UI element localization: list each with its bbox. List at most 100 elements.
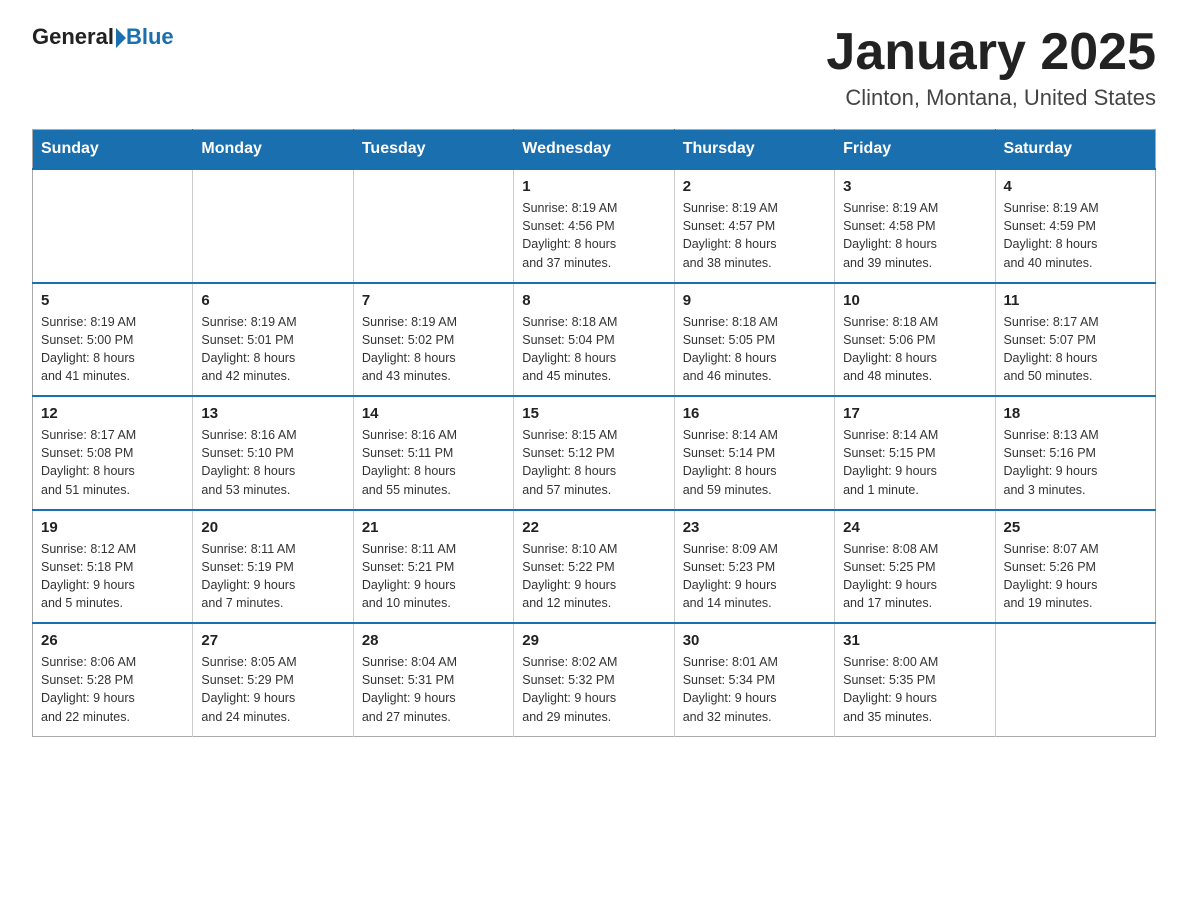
page-subtitle: Clinton, Montana, United States [826,85,1156,111]
day-info: Sunrise: 8:08 AM Sunset: 5:25 PM Dayligh… [843,540,986,613]
day-info: Sunrise: 8:12 AM Sunset: 5:18 PM Dayligh… [41,540,184,613]
calendar-cell: 25Sunrise: 8:07 AM Sunset: 5:26 PM Dayli… [995,510,1155,624]
weekday-header-monday: Monday [193,130,353,170]
weekday-header-tuesday: Tuesday [353,130,513,170]
calendar-cell: 1 Sunrise: 8:19 AM Sunset: 4:56 PM Daylig… [514,169,674,283]
calendar-cell: 24 Sunrise: 8:08 AM Sunset: 5:25 PM Dayli… [835,510,995,624]
day-info: Sunrise: 8:14 AM Sunset: 5:15 PM Dayligh… [843,426,986,499]
calendar-week-row: 12 Sunrise: 8:17 AM Sunset: 5:08 PM Dayli… [33,396,1156,510]
weekday-header-sunday: Sunday [33,130,193,170]
calendar-cell [193,169,353,283]
calendar-cell: 21Sunrise: 8:11 AM Sunset: 5:21 PM Dayli… [353,510,513,624]
calendar-cell: 8Sunrise: 8:18 AM Sunset: 5:04 PM Daylig… [514,283,674,397]
logo-arrow-icon [116,28,126,48]
calendar-cell: 29 Sunrise: 8:02 AM Sunset: 5:32 PM Dayli… [514,623,674,736]
calendar-cell: 6 Sunrise: 8:19 AM Sunset: 5:01 PM Daylig… [193,283,353,397]
calendar-cell [353,169,513,283]
calendar-cell: 22 Sunrise: 8:10 AM Sunset: 5:22 PM Dayli… [514,510,674,624]
day-number: 17 [843,405,986,422]
calendar-cell: 7 Sunrise: 8:19 AM Sunset: 5:02 PM Daylig… [353,283,513,397]
calendar-week-row: 5 Sunrise: 8:19 AM Sunset: 5:00 PM Daylig… [33,283,1156,397]
day-number: 10 [843,292,986,309]
calendar-cell: 9Sunrise: 8:18 AM Sunset: 5:05 PM Daylig… [674,283,834,397]
day-info: Sunrise: 8:00 AM Sunset: 5:35 PM Dayligh… [843,653,986,726]
page-title: January 2025 [826,24,1156,81]
calendar-cell: 19Sunrise: 8:12 AM Sunset: 5:18 PM Dayli… [33,510,193,624]
calendar-cell: 3 Sunrise: 8:19 AM Sunset: 4:58 PM Daylig… [835,169,995,283]
day-number: 7 [362,292,505,309]
day-number: 5 [41,292,184,309]
day-number: 20 [201,519,344,536]
day-info: Sunrise: 8:11 AM Sunset: 5:19 PM Dayligh… [201,540,344,613]
day-number: 3 [843,178,986,195]
calendar-week-row: 1 Sunrise: 8:19 AM Sunset: 4:56 PM Daylig… [33,169,1156,283]
day-info: Sunrise: 8:19 AM Sunset: 4:59 PM Dayligh… [1004,199,1147,272]
day-info: Sunrise: 8:17 AM Sunset: 5:07 PM Dayligh… [1004,313,1147,386]
day-info: Sunrise: 8:17 AM Sunset: 5:08 PM Dayligh… [41,426,184,499]
calendar-cell [995,623,1155,736]
day-number: 16 [683,405,826,422]
calendar-cell: 14 Sunrise: 8:16 AM Sunset: 5:11 PM Dayli… [353,396,513,510]
calendar-cell: 28 Sunrise: 8:04 AM Sunset: 5:31 PM Dayli… [353,623,513,736]
calendar-cell: 17 Sunrise: 8:14 AM Sunset: 5:15 PM Dayli… [835,396,995,510]
calendar-cell [33,169,193,283]
day-number: 14 [362,405,505,422]
weekday-header-saturday: Saturday [995,130,1155,170]
day-number: 23 [683,519,826,536]
day-info: Sunrise: 8:15 AM Sunset: 5:12 PM Dayligh… [522,426,665,499]
weekday-header-friday: Friday [835,130,995,170]
calendar-cell: 2 Sunrise: 8:19 AM Sunset: 4:57 PM Daylig… [674,169,834,283]
day-info: Sunrise: 8:18 AM Sunset: 5:06 PM Dayligh… [843,313,986,386]
day-number: 25 [1004,519,1147,536]
title-block: January 2025 Clinton, Montana, United St… [826,24,1156,111]
day-info: Sunrise: 8:02 AM Sunset: 5:32 PM Dayligh… [522,653,665,726]
calendar-cell: 18Sunrise: 8:13 AM Sunset: 5:16 PM Dayli… [995,396,1155,510]
day-info: Sunrise: 8:01 AM Sunset: 5:34 PM Dayligh… [683,653,826,726]
day-info: Sunrise: 8:10 AM Sunset: 5:22 PM Dayligh… [522,540,665,613]
day-number: 29 [522,632,665,649]
calendar-cell: 16 Sunrise: 8:14 AM Sunset: 5:14 PM Dayli… [674,396,834,510]
calendar-week-row: 26Sunrise: 8:06 AM Sunset: 5:28 PM Dayli… [33,623,1156,736]
day-info: Sunrise: 8:19 AM Sunset: 5:02 PM Dayligh… [362,313,505,386]
day-info: Sunrise: 8:19 AM Sunset: 4:58 PM Dayligh… [843,199,986,272]
day-info: Sunrise: 8:13 AM Sunset: 5:16 PM Dayligh… [1004,426,1147,499]
day-number: 2 [683,178,826,195]
day-info: Sunrise: 8:19 AM Sunset: 5:01 PM Dayligh… [201,313,344,386]
day-info: Sunrise: 8:04 AM Sunset: 5:31 PM Dayligh… [362,653,505,726]
day-info: Sunrise: 8:19 AM Sunset: 5:00 PM Dayligh… [41,313,184,386]
day-info: Sunrise: 8:05 AM Sunset: 5:29 PM Dayligh… [201,653,344,726]
calendar-cell: 5 Sunrise: 8:19 AM Sunset: 5:00 PM Daylig… [33,283,193,397]
calendar-week-row: 19Sunrise: 8:12 AM Sunset: 5:18 PM Dayli… [33,510,1156,624]
calendar-cell: 26Sunrise: 8:06 AM Sunset: 5:28 PM Dayli… [33,623,193,736]
calendar-cell: 31 Sunrise: 8:00 AM Sunset: 5:35 PM Dayli… [835,623,995,736]
day-info: Sunrise: 8:18 AM Sunset: 5:04 PM Dayligh… [522,313,665,386]
day-number: 15 [522,405,665,422]
day-number: 22 [522,519,665,536]
day-number: 13 [201,405,344,422]
day-number: 6 [201,292,344,309]
calendar-cell: 15 Sunrise: 8:15 AM Sunset: 5:12 PM Dayli… [514,396,674,510]
day-number: 24 [843,519,986,536]
day-number: 28 [362,632,505,649]
day-number: 1 [522,178,665,195]
calendar-cell: 13Sunrise: 8:16 AM Sunset: 5:10 PM Dayli… [193,396,353,510]
day-number: 11 [1004,292,1147,309]
calendar-cell: 27 Sunrise: 8:05 AM Sunset: 5:29 PM Dayli… [193,623,353,736]
header: General Blue January 2025 Clinton, Monta… [32,24,1156,111]
calendar: SundayMondayTuesdayWednesdayThursdayFrid… [32,129,1156,737]
day-number: 4 [1004,178,1147,195]
day-number: 31 [843,632,986,649]
day-info: Sunrise: 8:06 AM Sunset: 5:28 PM Dayligh… [41,653,184,726]
day-number: 12 [41,405,184,422]
day-info: Sunrise: 8:19 AM Sunset: 4:56 PM Dayligh… [522,199,665,272]
calendar-cell: 10 Sunrise: 8:18 AM Sunset: 5:06 PM Dayli… [835,283,995,397]
day-info: Sunrise: 8:16 AM Sunset: 5:11 PM Dayligh… [362,426,505,499]
logo-blue: Blue [126,24,174,50]
day-info: Sunrise: 8:14 AM Sunset: 5:14 PM Dayligh… [683,426,826,499]
logo: General Blue [32,24,174,50]
weekday-header-wednesday: Wednesday [514,130,674,170]
day-info: Sunrise: 8:19 AM Sunset: 4:57 PM Dayligh… [683,199,826,272]
day-number: 27 [201,632,344,649]
calendar-cell: 23Sunrise: 8:09 AM Sunset: 5:23 PM Dayli… [674,510,834,624]
day-number: 9 [683,292,826,309]
